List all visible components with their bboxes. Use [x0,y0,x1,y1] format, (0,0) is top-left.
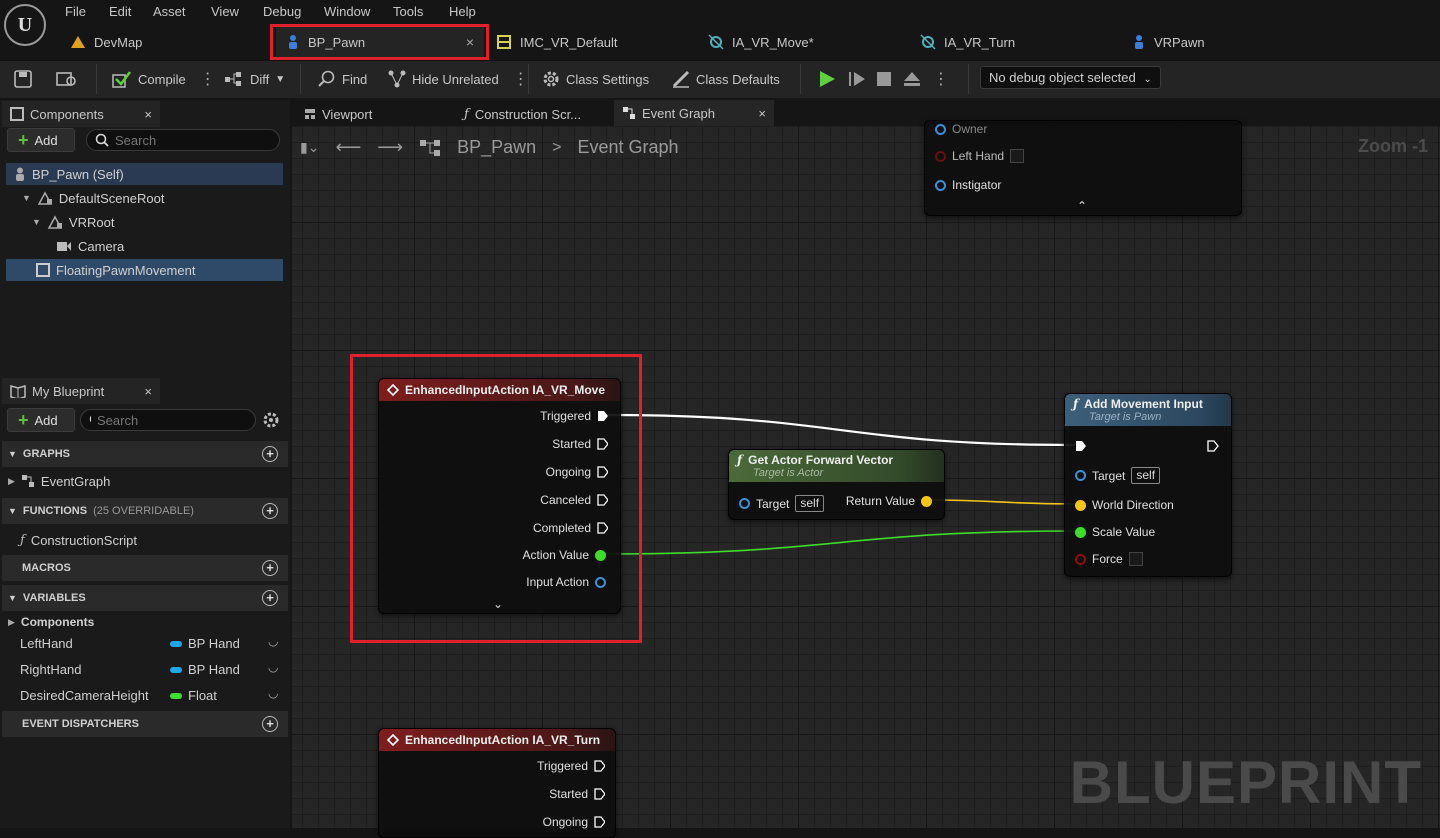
target-self-field[interactable]: self [795,495,825,512]
object-pin-icon [1075,470,1086,481]
exec-out-pin-icon[interactable] [1207,440,1219,452]
force-checkbox[interactable] [1128,552,1143,566]
pin-target[interactable]: Target self [1075,467,1161,484]
node-header: ƒ Add Movement Input Target is Pawn [1065,394,1231,426]
node-input-action-turn[interactable]: EnhancedInputAction IA_VR_Turn Triggered… [378,728,616,838]
spawn-node-partial[interactable]: Owner Left Hand Instigator ⌃ [924,120,1242,216]
pin-instigator[interactable]: Instigator [935,178,1001,192]
object-pin-icon [935,179,946,191]
event-diamond-icon [387,734,399,746]
collapse-chevron-icon[interactable]: ⌃ [1077,199,1087,213]
object-pin-icon [935,123,946,135]
exec-in-pin-icon[interactable] [1075,440,1087,452]
object-pin-icon [739,498,750,509]
pin-return-value[interactable]: Return Value [846,494,932,508]
exec-pin-icon [594,788,605,800]
exec-pin-icon [594,816,605,828]
node-subtitle: Target is Pawn [1089,411,1162,423]
pin-force[interactable]: Force [1075,552,1143,566]
pin-label: Owner [952,122,988,136]
pin-triggered[interactable]: Triggered [537,759,605,773]
node-title: EnhancedInputAction IA_VR_Turn [405,733,601,747]
pin-label: Ongoing [542,815,588,829]
left-hand-checkbox[interactable] [1010,149,1025,163]
pin-label: Started [549,787,588,801]
vector-pin-icon [1075,499,1086,511]
pin-label: Force [1092,552,1123,566]
pin-target[interactable]: Target self [739,495,825,512]
node-add-movement-input[interactable]: ƒ Add Movement Input Target is Pawn Targe… [1064,393,1232,577]
pin-owner[interactable]: Owner [935,122,987,136]
bool-pin-icon [1075,553,1086,565]
pin-label: Target [1092,468,1126,483]
target-self-field[interactable]: self [1131,467,1161,484]
pin-label: Target [756,496,790,511]
pin-scale-value[interactable]: Scale Value [1075,525,1155,539]
float-wire [603,530,1079,555]
annotation-highlight-node [350,354,642,643]
pin-label: Triggered [537,759,588,773]
node-subtitle: Target is Actor [753,467,824,479]
pin-label: Instigator [952,178,1002,192]
pin-world-direction[interactable]: World Direction [1075,498,1174,512]
pin-label: Return Value [845,494,915,508]
function-icon: ƒ [737,453,743,467]
blueprint-watermark: BLUEPRINT [1069,749,1422,816]
pin-label: World Direction [1092,498,1174,512]
bool-pin-icon [935,150,946,162]
node-title: Get Actor Forward Vector [748,453,894,467]
pin-ongoing[interactable]: Ongoing [543,815,605,829]
node-header: EnhancedInputAction IA_VR_Turn [379,729,615,751]
exec-pin-icon [594,760,605,772]
exec-wire [607,413,1076,447]
node-title: Add Movement Input [1084,397,1203,411]
float-pin-icon [1075,526,1086,538]
pin-started[interactable]: Started [549,787,605,801]
pin-label: Scale Value [1092,525,1156,539]
pin-left-hand[interactable]: Left Hand [935,149,1025,163]
vector-wire [927,499,1079,505]
vector-pin-icon [921,495,932,507]
function-icon: ƒ [1073,397,1079,411]
pin-label: Left Hand [952,149,1005,163]
node-header: ƒ Get Actor Forward Vector Target is Acto… [729,450,944,482]
node-get-actor-forward-vector[interactable]: ƒ Get Actor Forward Vector Target is Acto… [728,449,945,520]
